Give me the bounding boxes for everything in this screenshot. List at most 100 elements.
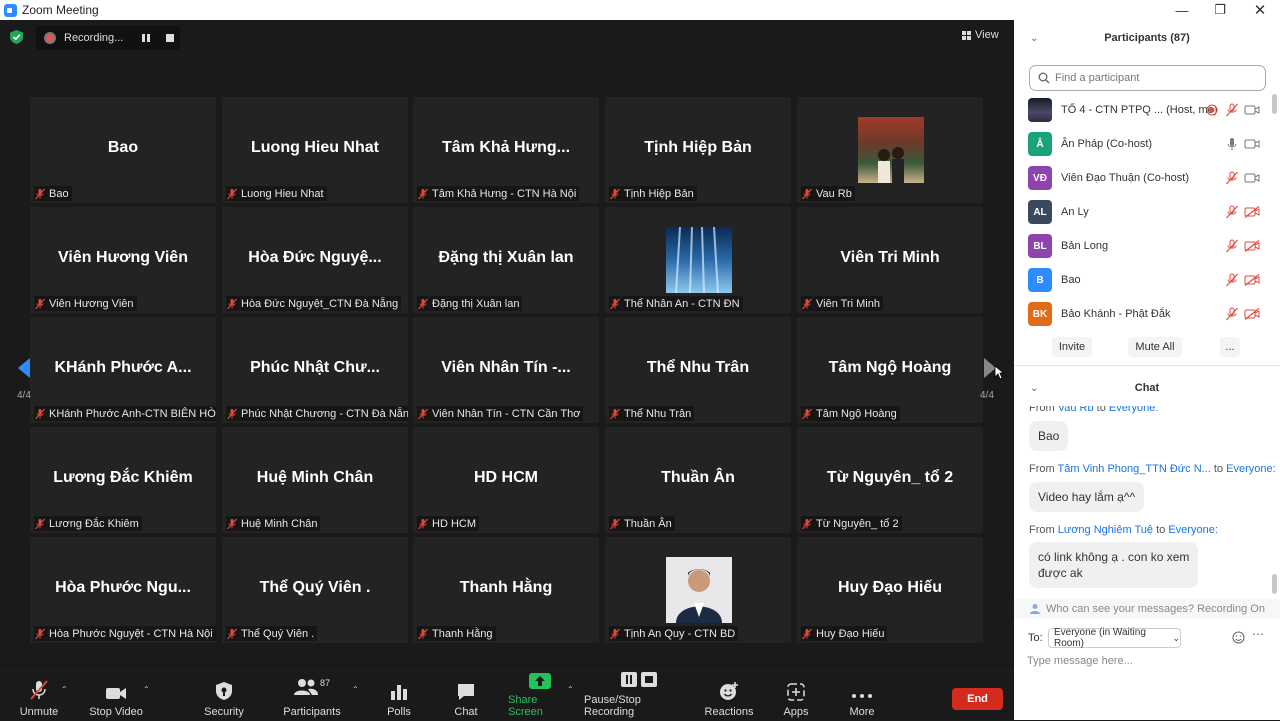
polls-button[interactable]: Polls	[378, 671, 420, 721]
muted-mic-icon	[802, 408, 812, 419]
view-label: View	[975, 29, 999, 41]
chat-message-input[interactable]: Type message here...	[1027, 655, 1133, 667]
who-can-see-messages[interactable]: Who can see your messages? Recording On	[1014, 599, 1280, 619]
participant-row[interactable]: AL An Ly	[1014, 196, 1280, 228]
participant-display-name: Viên Hương Viên	[58, 249, 188, 266]
invite-button[interactable]: Invite	[1052, 337, 1092, 357]
security-button[interactable]: Security	[196, 671, 252, 721]
chat-scrollbar[interactable]	[1272, 574, 1277, 594]
participant-video-tile[interactable]: Hòa Phước Ngu... Hòa Phước Nguyệt - CTN H…	[30, 537, 216, 643]
reactions-label: Reactions	[704, 706, 754, 718]
muted-mic-icon	[610, 298, 620, 309]
participant-name: Bao	[1061, 274, 1081, 286]
participant-row[interactable]: VĐ Viên Đạo Thuận (Co-host)	[1014, 162, 1280, 194]
participant-video-tile[interactable]: Thể Nhu Trân Thể Nhu Trân	[605, 317, 791, 423]
stop-recording-icon[interactable]	[166, 34, 174, 42]
reactions-button[interactable]: Reactions	[700, 671, 758, 721]
participant-status-icons	[1206, 102, 1262, 118]
participant-video-tile[interactable]: Tịnh Hiệp Bản Tịnh Hiệp Bản	[605, 97, 791, 203]
video-options-chevron-icon[interactable]: ⌃	[143, 685, 151, 694]
mic-muted-icon	[1226, 103, 1238, 117]
participant-video-tile[interactable]: Thể Quý Viên . Thể Quý Viên .	[222, 537, 408, 643]
close-icon[interactable]: ✕	[1240, 0, 1280, 20]
participant-video-tile[interactable]: Bao Bao	[30, 97, 216, 203]
participant-video-tile[interactable]: KHánh Phước A... KHánh Phước Anh-CTN BIÊN…	[30, 317, 216, 423]
avatar: B	[1028, 268, 1052, 292]
chat-sender[interactable]: Lương Nghiêm Tuệ	[1058, 524, 1153, 536]
mute-all-button[interactable]: Mute All	[1128, 337, 1182, 357]
participant-video-tile[interactable]: Vau Rb	[797, 97, 983, 203]
participant-label-text: Tịnh An Quy - CTN BD	[624, 627, 736, 640]
participant-video-tile[interactable]: HD HCM HD HCM	[413, 427, 599, 533]
participant-video-tile[interactable]: Lương Đắc Khiêm Lương Đắc Khiêm	[30, 427, 216, 533]
participant-video-tile[interactable]: Thuần Ân Thuần Ân	[605, 427, 791, 533]
participant-video-tile[interactable]: Hòa Đức Nguyệ... Hòa Đức Nguyệt_CTN Đà Nẵ…	[222, 207, 408, 313]
participant-name-label: Thuần Ân	[609, 516, 675, 531]
video-on-icon	[1244, 139, 1260, 149]
participants-options-chevron-icon[interactable]: ⌃	[352, 685, 360, 694]
participant-video-tile[interactable]: Đặng thị Xuân lan Đặng thị Xuân lan	[413, 207, 599, 313]
participant-name-label: Hòa Phước Nguyệt - CTN Hà Nội	[34, 626, 216, 641]
encryption-shield-icon[interactable]	[10, 30, 23, 44]
chat-panel-title: Chat	[1134, 382, 1160, 394]
view-button[interactable]: View	[962, 26, 1002, 44]
participant-video-tile[interactable]: Phúc Nhật Chư... Phúc Nhật Chương - CTN Đ…	[222, 317, 408, 423]
participant-video-tile[interactable]: Từ Nguyên_ tổ 2 Từ Nguyên_ tổ 2	[797, 427, 983, 533]
muted-mic-icon	[802, 518, 812, 529]
pause-stop-recording-icon	[621, 672, 657, 687]
participant-label-text: Huy Đạo Hiếu	[816, 627, 885, 640]
participant-video-tile[interactable]: Tịnh An Quy - CTN BD	[605, 537, 791, 643]
participants-button[interactable]: 87 Participants	[280, 671, 344, 721]
participant-video-tile[interactable]: Luong Hieu Nhat Luong Hieu Nhat	[222, 97, 408, 203]
muted-mic-icon	[610, 518, 620, 529]
participant-video-tile[interactable]: Huy Đạo Hiếu Huy Đạo Hiếu	[797, 537, 983, 643]
stop-video-button[interactable]: Stop Video	[86, 671, 146, 721]
participants-count-badge: 87	[319, 678, 330, 688]
audio-options-chevron-icon[interactable]: ⌃	[61, 685, 69, 694]
chat-sender[interactable]: Tâm Vinh Phong_TTN Đức N...	[1058, 463, 1211, 475]
participant-name-label: Tâm Ngộ Hoàng	[801, 406, 900, 421]
participant-video-tile[interactable]: Viên Tri Minh Viên Tri Minh	[797, 207, 983, 313]
share-screen-button[interactable]: Share Screen	[508, 671, 572, 721]
video-off-icon	[1244, 206, 1260, 218]
participant-display-name: Luong Hieu Nhat	[251, 139, 379, 156]
chat-recipient-select[interactable]: Everyone (in Waiting Room) ⌄	[1048, 627, 1181, 649]
maximize-icon[interactable]: ❐	[1200, 0, 1240, 20]
share-options-chevron-icon[interactable]: ⌃	[567, 685, 575, 694]
avatar: AL	[1028, 200, 1052, 224]
minimize-icon[interactable]: —	[1162, 0, 1202, 20]
participant-video-tile[interactable]: Huệ Minh Chân Huệ Minh Chân	[222, 427, 408, 533]
participant-name: TỔ 4 - CTN PTPQ ... (Host, me)	[1061, 104, 1218, 116]
participant-row[interactable]: BL Bản Long	[1014, 230, 1280, 262]
participant-label-text: Huệ Minh Chân	[241, 517, 318, 530]
participants-scrollbar[interactable]	[1272, 94, 1277, 114]
participant-search-input[interactable]: Find a participant	[1029, 65, 1266, 91]
unmute-button[interactable]: Unmute	[10, 671, 68, 721]
chat-bubble: Video hay lắm ạ^^	[1029, 482, 1145, 512]
participant-display-name: Đặng thị Xuân lan	[438, 249, 574, 266]
participant-video-tile[interactable]: Tâm Khả Hưng... Tâm Khả Hưng - CTN Hà Nội	[413, 97, 599, 203]
participants-more-button[interactable]: ...	[1220, 337, 1240, 357]
pause-recording-icon[interactable]	[141, 33, 151, 43]
participant-row[interactable]: BK Bảo Khánh - Phật Đắk	[1014, 298, 1280, 330]
participant-video-tile[interactable]: Viên Nhân Tín -... Viên Nhân Tín - CTN Cầ…	[413, 317, 599, 423]
participant-display-name: Tịnh Hiệp Bản	[644, 139, 752, 156]
apps-button[interactable]: Apps	[776, 671, 816, 721]
pause-stop-recording-button[interactable]: Pause/Stop Recording	[584, 671, 694, 721]
chat-more-options-icon[interactable]: ⋯	[1252, 627, 1264, 641]
more-button[interactable]: More	[842, 671, 882, 721]
participant-row[interactable]: B Bao	[1014, 264, 1280, 296]
participant-video-tile[interactable]: Thanh Hằng Thanh Hằng	[413, 537, 599, 643]
reactions-smiley-icon	[720, 682, 738, 700]
end-meeting-button[interactable]: End	[952, 688, 1003, 710]
participant-video-tile[interactable]: Tâm Ngộ Hoàng Tâm Ngộ Hoàng	[797, 317, 983, 423]
emoji-icon[interactable]	[1232, 631, 1245, 644]
participant-video-tile[interactable]: Viên Hương Viên Viên Hương Viên	[30, 207, 216, 313]
photo-man-portrait	[666, 557, 732, 623]
chat-message-header: From Tâm Vinh Phong_TTN Đức N... to Ever…	[1029, 463, 1276, 475]
participant-display-name: Thể Nhu Trân	[646, 359, 750, 376]
participant-video-tile[interactable]: Thể Nhân An - CTN ĐN	[605, 207, 791, 313]
chat-button[interactable]: Chat	[444, 671, 488, 721]
participant-row[interactable]: TỔ 4 - CTN PTPQ ... (Host, me)	[1014, 94, 1280, 126]
participant-row[interactable]: Â Ân Pháp (Co-host)	[1014, 128, 1280, 160]
